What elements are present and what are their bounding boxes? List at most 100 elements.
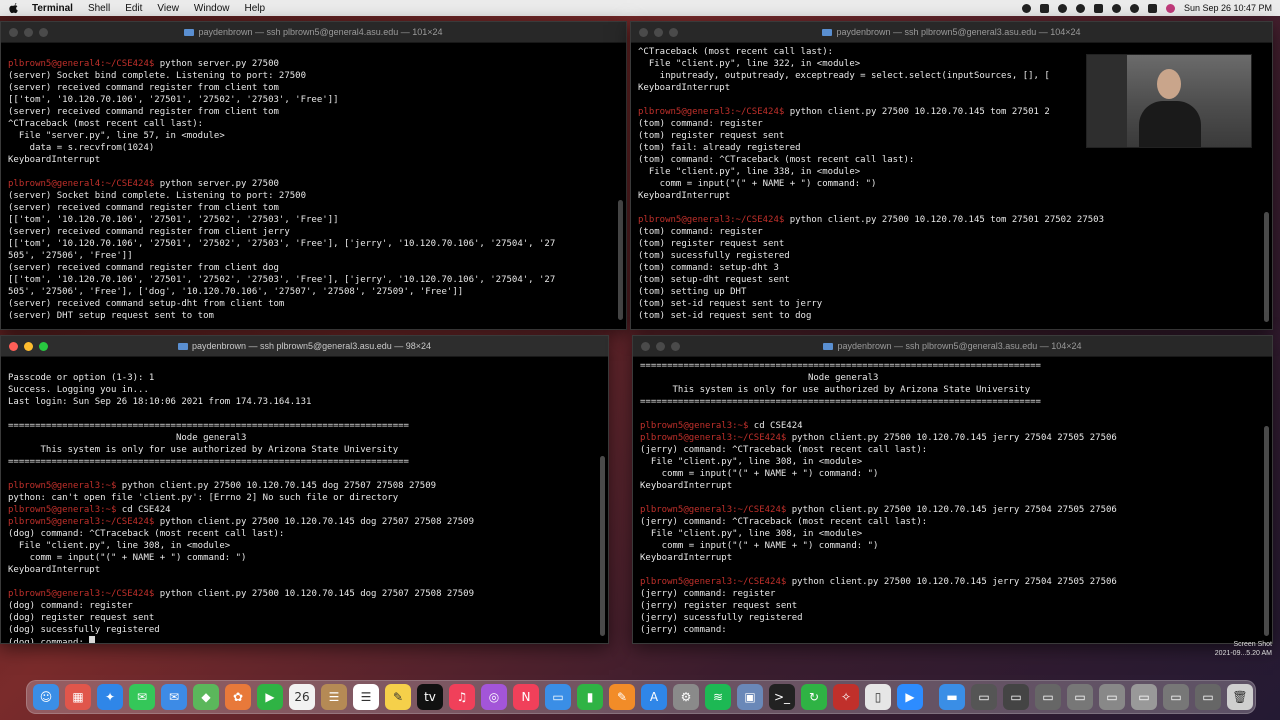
close-button[interactable] (9, 342, 18, 351)
zoom-button[interactable] (671, 342, 680, 351)
terminal-line: (tom) set-id request sent to dog (638, 310, 1265, 322)
numbers-icon[interactable]: ▮ (577, 684, 603, 710)
zoom-status-icon[interactable] (1039, 3, 1049, 13)
scrollbar[interactable] (600, 456, 605, 636)
window-thumb-icon[interactable]: ▭ (1067, 684, 1093, 710)
photos-icon[interactable]: ✿ (225, 684, 251, 710)
menu-edit[interactable]: Edit (125, 3, 142, 14)
control-center-icon[interactable] (1147, 3, 1157, 13)
document-icon[interactable]: ▯ (865, 684, 891, 710)
terminal-window-server[interactable]: paydenbrown — ssh plbrown5@general4.asu.… (0, 21, 627, 330)
spotify-icon[interactable]: ≋ (705, 684, 731, 710)
scrollbar[interactable] (1264, 426, 1269, 636)
wifi-icon[interactable] (1111, 3, 1121, 13)
close-button[interactable] (639, 28, 648, 37)
menu-help[interactable]: Help (245, 3, 266, 14)
zoom-button[interactable] (669, 28, 678, 37)
window-thumb-icon[interactable]: ▭ (971, 684, 997, 710)
terminal-line: (server) Socket bind complete. Listening… (8, 190, 619, 202)
scrollbar[interactable] (1264, 212, 1269, 322)
news-icon[interactable]: N (513, 684, 539, 710)
minimize-button[interactable] (654, 28, 663, 37)
window-thumb-icon[interactable]: ▭ (1163, 684, 1189, 710)
window-thumb-icon[interactable]: ▭ (1131, 684, 1157, 710)
menu-shell[interactable]: Shell (88, 3, 110, 14)
safari-icon[interactable]: ✦ (97, 684, 123, 710)
line-text: (jerry) command: ^CTraceback (most recen… (640, 445, 928, 455)
menu-view[interactable]: View (157, 3, 179, 14)
search-icon[interactable] (1129, 3, 1139, 13)
record-status-icon[interactable] (1021, 3, 1031, 13)
terminal-line: This system is only for use authorized b… (8, 444, 601, 456)
window-title: paydenbrown — ssh plbrown5@general3.asu.… (191, 341, 432, 351)
moon-status-icon[interactable] (1075, 3, 1085, 13)
window-titlebar[interactable]: paydenbrown — ssh plbrown5@general4.asu.… (1, 22, 626, 43)
preview-icon[interactable]: ▣ (737, 684, 763, 710)
terminal-window-jerry[interactable]: paydenbrown — ssh plbrown5@general3.asu.… (632, 335, 1273, 644)
folder-icon (177, 343, 188, 351)
battery-icon[interactable] (1093, 3, 1103, 13)
terminal-line: (tom) set-id request sent to jerry (638, 298, 1265, 310)
screenshot-thumbnail[interactable]: Screen Shot 2021-09...5.20 AM (1196, 640, 1272, 658)
siri-icon[interactable] (1165, 3, 1175, 13)
apple-menu-icon[interactable] (8, 2, 18, 14)
menu-clock[interactable]: Sun Sep 26 10:47 PM (1184, 3, 1272, 13)
menu-window[interactable]: Window (194, 3, 230, 14)
trash-icon[interactable]: 🗑 (1227, 684, 1253, 710)
window-thumb-icon[interactable]: ▭ (1099, 684, 1125, 710)
system-preferences-icon[interactable]: ⚙ (673, 684, 699, 710)
window-titlebar[interactable]: paydenbrown — ssh plbrown5@general3.asu.… (631, 22, 1272, 43)
app-store-icon[interactable]: A (641, 684, 667, 710)
terminal-window-dog[interactable]: paydenbrown — ssh plbrown5@general3.asu.… (0, 335, 609, 644)
folder-icon[interactable]: ▬ (939, 684, 965, 710)
window-thumb-icon[interactable]: ▭ (1035, 684, 1061, 710)
window-titlebar[interactable]: paydenbrown — ssh plbrown5@general3.asu.… (633, 336, 1272, 357)
webcam-overlay (1086, 54, 1252, 148)
terminal-output[interactable]: Passcode or option (1-3): 1 Success. Logg… (1, 357, 608, 643)
music-icon[interactable]: ♫ (449, 684, 475, 710)
line-text: KeyboardInterrupt (638, 83, 731, 93)
close-button[interactable] (9, 28, 18, 37)
minimize-button[interactable] (656, 342, 665, 351)
minimize-button[interactable] (24, 342, 33, 351)
contacts-icon[interactable]: ☰ (321, 684, 347, 710)
maps-icon[interactable]: ◆ (193, 684, 219, 710)
podcasts-icon[interactable]: ◎ (481, 684, 507, 710)
pages-icon[interactable]: ✎ (609, 684, 635, 710)
zoom-button[interactable] (39, 342, 48, 351)
tv-icon[interactable]: tv (417, 684, 443, 710)
scrollbar[interactable] (618, 200, 623, 320)
notes-icon[interactable]: ✎ (385, 684, 411, 710)
shell-prompt: plbrown5@general3:~/CSE424$ (640, 577, 787, 587)
finder-icon[interactable]: ☺ (33, 684, 59, 710)
line-text: (server) received command register from … (8, 107, 279, 117)
line-text: (jerry) sucessfully registered (640, 613, 803, 623)
zoom-button[interactable] (39, 28, 48, 37)
refresh-app-icon[interactable]: ↻ (801, 684, 827, 710)
terminal-output[interactable]: plbrown5@general4:~/CSE424$ python serve… (1, 43, 626, 329)
window-thumb-icon[interactable]: ▭ (1195, 684, 1221, 710)
terminal-output[interactable]: ========================================… (633, 357, 1272, 643)
menu-app-terminal[interactable]: Terminal (32, 3, 73, 14)
line-text: KeyboardInterrupt (640, 553, 733, 563)
mail-icon[interactable]: ✉ (161, 684, 187, 710)
close-button[interactable] (641, 342, 650, 351)
zoom-icon[interactable]: ▶ (897, 684, 923, 710)
window-titlebar[interactable]: paydenbrown — ssh plbrown5@general3.asu.… (1, 336, 608, 357)
calendar-icon[interactable]: 26 (289, 684, 315, 710)
facetime-icon[interactable]: ▶ (257, 684, 283, 710)
minimize-button[interactable] (24, 28, 33, 37)
messages-icon[interactable]: ✉ (129, 684, 155, 710)
line-text: (jerry) register request sent (640, 601, 798, 611)
line-text: cd CSE424 (748, 421, 803, 431)
compass-app-icon[interactable]: ✧ (833, 684, 859, 710)
terminal-icon[interactable]: >_ (769, 684, 795, 710)
window-thumb-icon[interactable]: ▭ (1003, 684, 1029, 710)
keynote-icon[interactable]: ▭ (545, 684, 571, 710)
play-status-icon[interactable] (1057, 3, 1067, 13)
reminders-icon[interactable]: ☰ (353, 684, 379, 710)
launchpad-icon[interactable]: ▦ (65, 684, 91, 710)
terminal-line: (tom) sucessfully registered (638, 250, 1265, 262)
line-text: ^CTraceback (most recent call last): (638, 47, 834, 57)
